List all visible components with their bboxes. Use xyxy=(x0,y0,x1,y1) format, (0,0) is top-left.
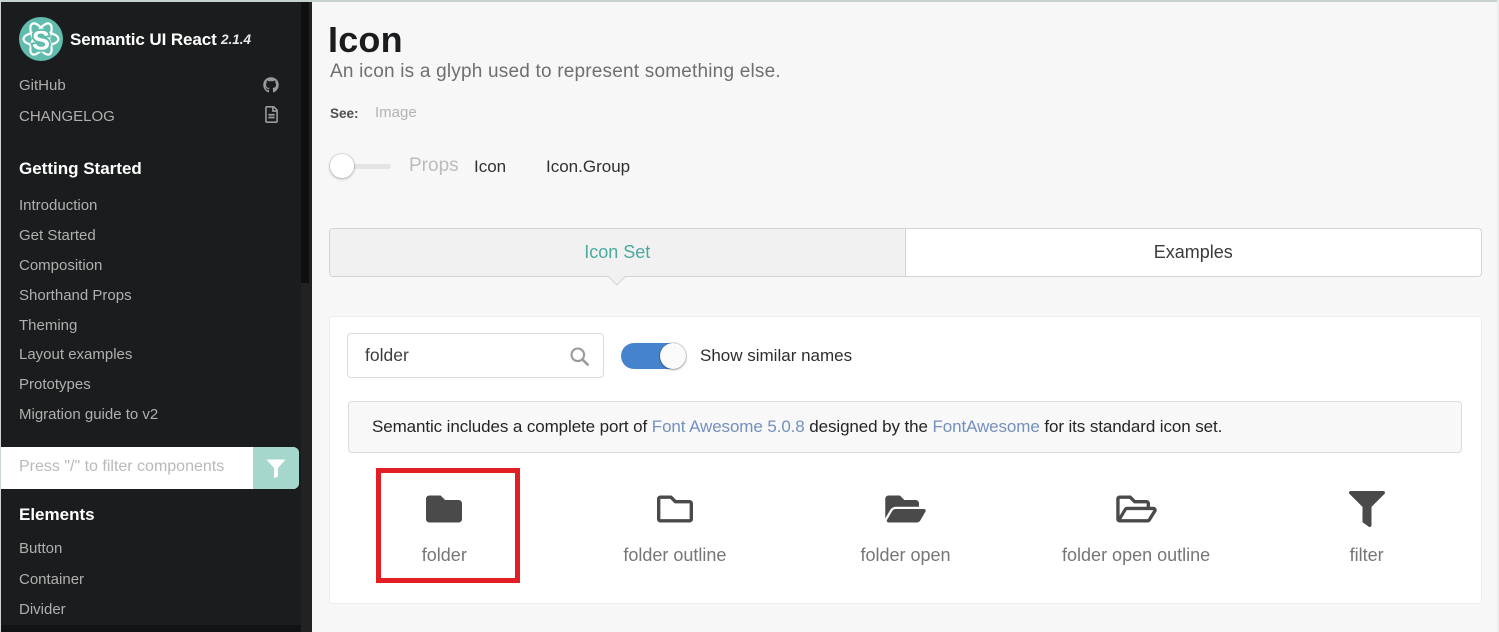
svg-text:S: S xyxy=(32,26,50,56)
